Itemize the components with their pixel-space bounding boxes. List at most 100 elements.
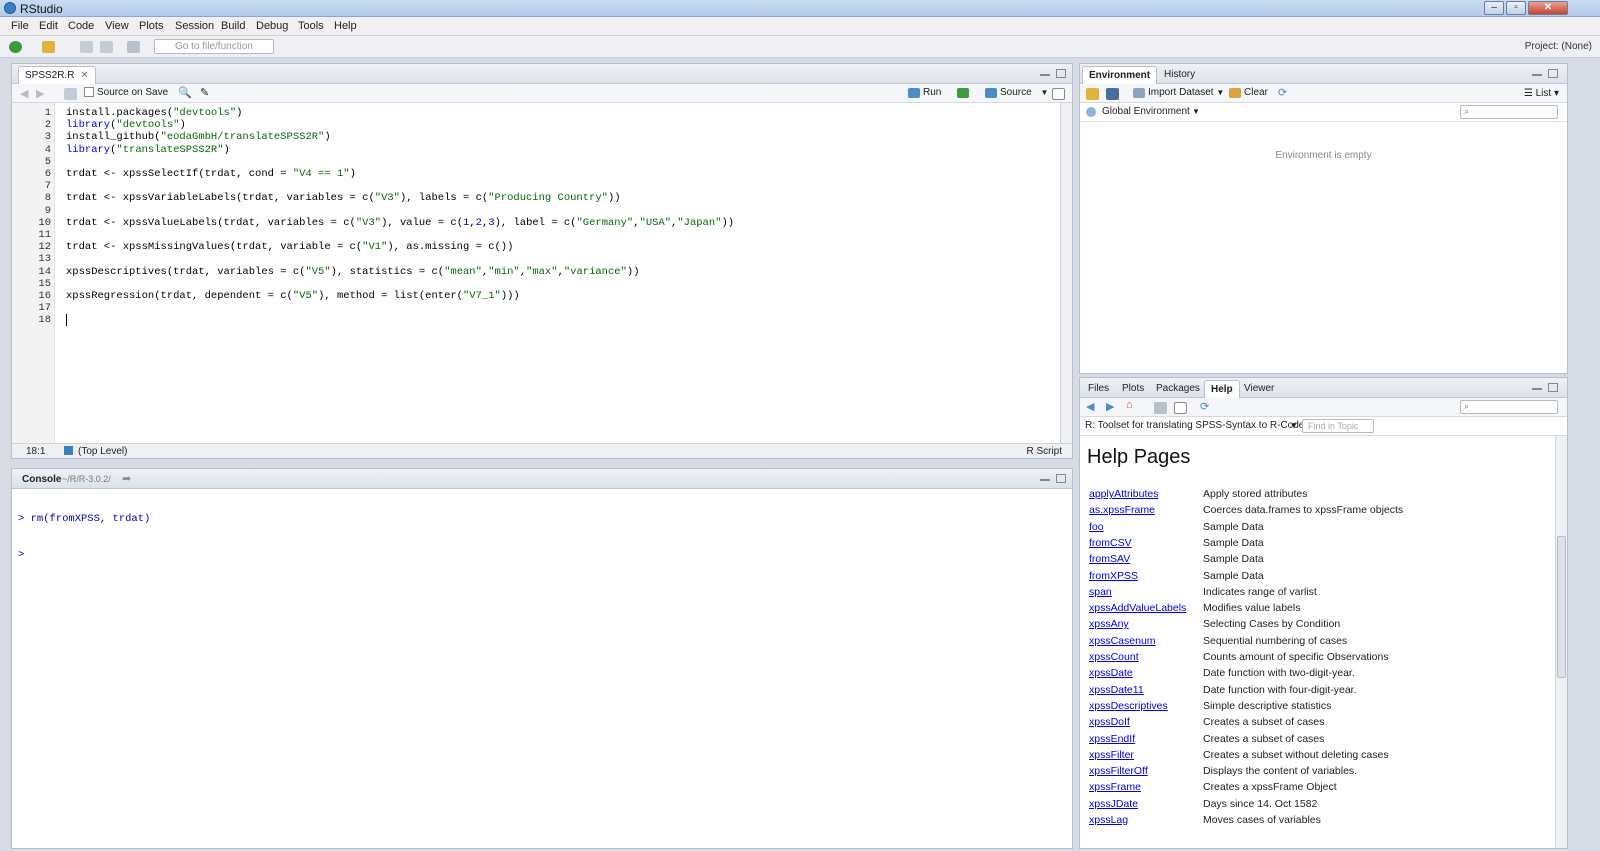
tab-environment[interactable]: Environment [1082,66,1158,84]
home-icon[interactable]: ⌂ [1126,399,1133,411]
environment-scope-selector[interactable]: Global Environment [1102,106,1190,117]
close-tab-icon[interactable]: ✕ [80,70,88,81]
find-in-topic-input[interactable]: Find in Topic [1302,419,1374,433]
clear-button[interactable]: Clear [1226,85,1272,102]
list-view-selector[interactable]: ☰ List ▾ [1524,88,1559,99]
help-back-icon[interactable]: ◀ [1086,400,1094,413]
help-entry-link[interactable]: xpssAddValueLabels [1089,602,1186,614]
menu-session[interactable]: Session [175,20,214,32]
save-all-icon[interactable] [100,41,113,53]
minimize-help-icon[interactable] [1532,387,1542,390]
import-dataset-button[interactable]: Import Dataset ▼ [1130,85,1228,102]
help-entry-link[interactable]: xpssDescriptives [1089,700,1168,712]
help-entry-link[interactable]: xpssLag [1089,814,1128,826]
refresh-help-icon[interactable]: ⟳ [1200,400,1209,413]
minimize-console-icon[interactable] [1040,478,1050,481]
menu-code[interactable]: Code [68,20,94,32]
help-entry-link[interactable]: xpssJDate [1089,798,1138,810]
source-button[interactable]: Source ▼ [982,85,1052,102]
minimize-window-button[interactable]: – [1484,1,1504,15]
help-search-input[interactable]: ⌕ [1460,400,1558,414]
help-scroll-thumb[interactable] [1557,536,1566,678]
topic-chevron-icon[interactable]: ▼ [1290,421,1298,430]
help-entry-link[interactable]: xpssEndIf [1089,733,1135,745]
help-entry-link[interactable]: fromCSV [1089,537,1132,549]
menu-view[interactable]: View [105,20,129,32]
menu-plots[interactable]: Plots [139,20,163,32]
minimize-env-icon[interactable] [1532,73,1542,76]
environment-search-input[interactable]: ⌕ [1460,105,1558,119]
maximize-window-button[interactable]: ▫ [1506,1,1526,15]
tab-history[interactable]: History [1158,66,1201,84]
tab-files[interactable]: Files [1082,380,1115,398]
editor-scrollbar[interactable] [1060,103,1072,443]
go-to-file-input[interactable]: Go to file/function [154,39,274,54]
menu-tools[interactable]: Tools [298,20,324,32]
open-file-icon[interactable] [42,41,55,53]
tab-packages[interactable]: Packages [1150,380,1206,398]
save-icon[interactable] [80,41,93,53]
forward-arrow-icon[interactable]: ▶ [36,87,44,100]
console-prompt[interactable]: > [18,549,150,561]
maximize-console-icon[interactable] [1056,474,1066,483]
save-file-icon[interactable] [64,88,77,100]
help-entry-link[interactable]: xpssFrame [1089,781,1141,793]
tab-help[interactable]: Help [1204,380,1240,398]
tab-plots[interactable]: Plots [1116,380,1150,398]
chevron-down-icon[interactable]: ▼ [1040,88,1048,97]
environment-tabs: Environment History [1080,64,1567,84]
show-in-window-icon[interactable] [1174,402,1187,414]
refresh-icon[interactable]: ⟳ [1278,86,1287,99]
scope-selector[interactable]: (Top Level) [78,446,127,457]
console-output[interactable]: > rm(fromXPSS, trdat) > [18,489,150,585]
tab-viewer[interactable]: Viewer [1238,380,1280,398]
help-entry-link[interactable]: applyAttributes [1089,488,1158,500]
code-area[interactable]: install.packages("devtools") library("dev… [12,103,1060,443]
help-scrollbar[interactable] [1555,436,1567,848]
help-entry-link[interactable]: xpssFilter [1089,749,1134,761]
menu-edit[interactable]: Edit [39,20,58,32]
help-forward-icon[interactable]: ▶ [1106,400,1114,413]
code-tools-icon[interactable]: ✎ [200,86,209,99]
load-workspace-icon[interactable] [1086,88,1099,100]
help-entry-link[interactable]: xpssDate [1089,667,1133,679]
maximize-help-icon[interactable] [1548,383,1558,392]
code-line: install_github("eodaGmbH/translateSPSS2R… [66,131,331,144]
menu-debug[interactable]: Debug [256,20,288,32]
help-entry-link[interactable]: foo [1089,521,1104,533]
maximize-env-icon[interactable] [1548,69,1558,78]
help-topic-selector[interactable]: R: Toolset for translating SPSS-Syntax t… [1085,420,1304,431]
run-button[interactable]: Run [905,85,945,102]
close-window-button[interactable]: ✕ [1528,1,1568,15]
run-label: Run [923,87,942,98]
help-entry-link[interactable]: xpssFilterOff [1089,765,1148,777]
tab-spss2r[interactable]: SPSS2R.R ✕ [18,66,96,84]
go-to-directory-icon[interactable]: ➦ [122,472,131,485]
help-entry-link[interactable]: span [1089,586,1112,598]
help-entry-link[interactable]: fromSAV [1089,553,1130,565]
help-entry-link[interactable]: xpssDate11 [1089,684,1144,696]
help-entry-link[interactable]: as.xpssFrame [1089,504,1155,516]
minimize-pane-icon[interactable] [1040,73,1050,76]
help-entry-link[interactable]: xpssAny [1089,618,1129,630]
source-on-save-checkbox[interactable] [84,87,94,97]
new-file-icon[interactable] [9,41,22,53]
help-entry-link[interactable]: xpssCasenum [1089,635,1156,647]
menu-help[interactable]: Help [334,20,357,32]
rerun-button[interactable] [954,85,974,102]
search-icon[interactable]: 🔍 [178,86,192,99]
menu-file[interactable]: File [11,20,29,32]
file-type-selector[interactable]: R Script [1026,446,1062,457]
outline-icon[interactable] [1052,88,1065,100]
help-entry-link[interactable]: fromXPSS [1089,570,1138,582]
help-entry-link[interactable]: xpssCount [1089,651,1139,663]
save-workspace-icon[interactable] [1106,88,1119,100]
scope-chevron-icon[interactable]: ▼ [1192,107,1200,116]
project-menu[interactable]: Project: (None) [1525,41,1592,52]
menu-build[interactable]: Build [221,20,245,32]
print-icon[interactable] [127,41,140,53]
help-entry-link[interactable]: xpssDoIf [1089,716,1130,728]
maximize-pane-icon[interactable] [1056,69,1066,78]
print-help-icon[interactable] [1154,402,1167,414]
back-arrow-icon[interactable]: ◀ [20,87,28,100]
